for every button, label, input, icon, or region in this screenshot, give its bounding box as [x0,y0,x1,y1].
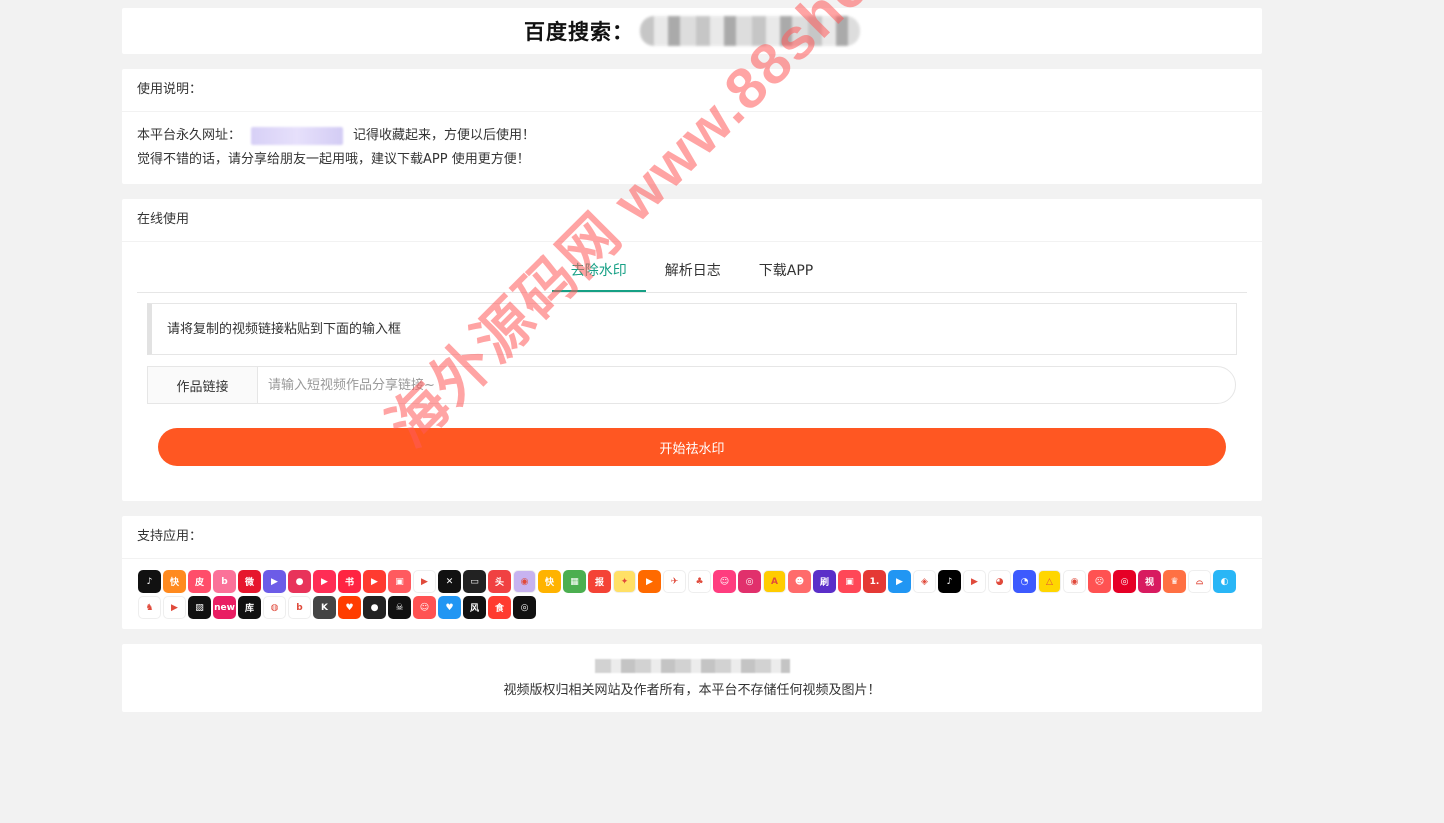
chick-icon: ✦ [613,570,636,593]
kuai-yellow-icon: 快 [538,570,561,593]
black-video-icon: ▭ [463,570,486,593]
usage-heading: 使用说明： [122,69,1262,112]
red-circle-play-icon: ▶ [363,570,386,593]
page-container: 百度搜索： 使用说明： 本平台永久网址： 记得收藏起来，方便以后使用！ 觉得不错的… [122,8,1262,727]
blurred-footer-text [594,658,790,673]
orange-play-icon: ▶ [638,570,661,593]
blurred-site-name [640,16,860,46]
pink-smile-icon: ☺ [713,570,736,593]
kuaishou-icon: 快 [163,570,186,593]
red-tv-icon: ▣ [838,570,861,593]
one-icon: 1. [863,570,886,593]
k-letter-icon: K [313,596,336,619]
douyin-icon: ♪ [138,570,161,593]
shipin-icon: 视 [1138,570,1161,593]
usage-line-2: 觉得不错的话，请分享给朋友一起用哦，建议下载APP 使用更方便！ [137,152,530,167]
pipixia-icon: 皮 [188,570,211,593]
red-play-icon: ▶ [313,570,336,593]
weibo-icon: 微 [238,570,261,593]
tab-parse-log[interactable]: 解析日志 [646,242,740,292]
yellow-ring-icon: ◍ [263,596,286,619]
instagram-icon: ◎ [738,570,761,593]
penguin-icon: ◐ [1213,570,1236,593]
start-remove-watermark-button[interactable]: 开始祛水印 [158,428,1226,466]
purple-circle-icon: ◉ [513,570,536,593]
iqiyi-green-icon: ◈ [913,570,936,593]
gradient-ball-icon: ● [363,596,386,619]
video-box-icon: ▣ [388,570,411,593]
yellow-triangle-icon: △ [1038,570,1061,593]
kuaibao-icon: 报 [588,570,611,593]
supported-apps-card: 支持应用： ♪ 快皮 b 微 ▶ ● ▶ 书 ▶ ▣ ▶ ✕ ▭ 头 ◉ 快 ▦ 报 ✦ ▶ ✈ ♣ ☺ ◎ A ☻ 刷 ▣ 1. ▶ ◈ ♪… [122,516,1262,629]
netease-icon: ◎ [1113,570,1136,593]
cow-icon: ◕ [988,570,1011,593]
tab-remove-watermark[interactable]: 去除水印 [551,242,646,292]
green-box-icon: ▦ [563,570,586,593]
changku-icon: 库 [238,596,261,619]
haokan-icon: ● [288,570,311,593]
scream-icon: ☠ [388,596,411,619]
blurred-url [251,126,344,145]
blue-heart-icon: ♥ [438,596,461,619]
page-title: 百度搜索： [524,20,634,44]
tab-download-app[interactable]: 下载APP [740,242,832,292]
usage-card: 使用说明： 本平台永久网址： 记得收藏起来，方便以后使用！ 觉得不错的话，请分享给… [122,69,1262,184]
toutiao-icon: 头 [488,570,511,593]
face-icon: ☻ [788,570,811,593]
a-yellow-icon: A [763,570,786,593]
blue-play-icon: ▶ [888,570,911,593]
b-letter-icon: b [288,596,311,619]
usage-line-1-prefix: 本平台永久网址： [137,128,242,143]
xiaohongshu-icon: 书 [338,570,361,593]
link-input-row: 作品链接 [147,366,1236,404]
link-input[interactable] [257,366,1236,404]
food-icon: 食 [488,596,511,619]
usage-line-1-suffix: 记得收藏起来，方便以后使用！ [353,128,536,143]
online-heading: 在线使用 [122,199,1262,242]
tab-bar: 去除水印 解析日志 下载APP [137,242,1247,293]
dark-ring-icon: ◎ [513,596,536,619]
peach-icon: ♥ [338,596,361,619]
cartoon-face-icon: ☹ [1088,570,1111,593]
qq-blue-icon: ◔ [1013,570,1036,593]
monkey-icon: ☺ [413,596,436,619]
youtube-icon: ▶ [963,570,986,593]
usage-line-1: 本平台永久网址： 记得收藏起来，方便以后使用！ [137,124,1247,148]
new-icon: new [213,596,236,619]
tiger-icon: ♛ [1163,570,1186,593]
supported-apps-list: ♪ 快皮 b 微 ▶ ● ▶ 书 ▶ ▣ ▶ ✕ ▭ 头 ◉ 快 ▦ 报 ✦ ▶ ✈ ♣ ☺ ◎ A ☻ 刷 ▣ 1. ▶ ◈ ♪ ▶ ◕ ◔ △ ◉ ☹… [122,559,1262,629]
capcut-icon: ✕ [438,570,461,593]
twitter-icon: ✈ [663,570,686,593]
tiktok-icon: ♪ [938,570,961,593]
boat-icon: ⌓ [1188,570,1211,593]
bifeng-icon: 风 [463,596,486,619]
stripe-icon: ▨ [188,596,211,619]
online-card: 在线使用 去除水印 解析日志 下载APP 请将复制的视频链接粘贴到下面的输入框 … [122,199,1262,501]
usage-body: 本平台永久网址： 记得收藏起来，方便以后使用！ 觉得不错的话，请分享给朋友一起用哦… [122,112,1262,184]
eye-icon: ◉ [1063,570,1086,593]
bilibili-icon: b [213,570,236,593]
purple-arrow-icon: ▶ [163,596,186,619]
supported-apps-heading: 支持应用： [122,516,1262,559]
footer-card: 视频版权归相关网站及作者所有，本平台不存储任何视频及图片！ [122,644,1262,712]
uc-icon: ♞ [138,596,161,619]
plant-icon: ♣ [688,570,711,593]
link-input-label: 作品链接 [147,366,257,404]
paste-tip: 请将复制的视频链接粘贴到下面的输入框 [147,303,1237,355]
shua-icon: 刷 [813,570,836,593]
triangle-play-icon: ▶ [413,570,436,593]
title-card: 百度搜索： [122,8,1262,54]
video-play-icon: ▶ [263,570,286,593]
footer-disclaimer: 视频版权归相关网站及作者所有，本平台不存储任何视频及图片！ [503,682,881,698]
